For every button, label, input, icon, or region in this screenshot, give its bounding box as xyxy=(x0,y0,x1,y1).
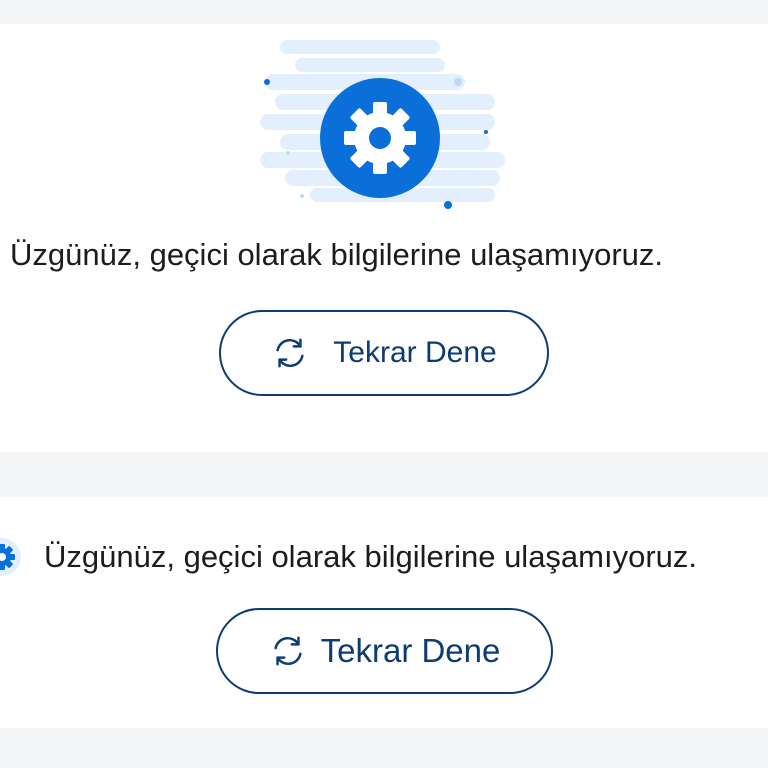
error-message: Üzgünüz, geçici olarak bilgilerine ulaşa… xyxy=(10,237,664,272)
error-card-large: Üzgünüz, geçici olarak bilgilerine ulaşa… xyxy=(0,24,768,452)
gear-icon xyxy=(320,78,440,198)
retry-button[interactable]: Tekrar Dene xyxy=(216,608,553,694)
retry-button[interactable]: Tekrar Dene xyxy=(219,310,549,396)
error-card-compact: Üzgünüz, geçici olarak bilgilerine ulaşa… xyxy=(0,497,768,728)
retry-button-label: Tekrar Dene xyxy=(320,632,501,669)
page: Üzgünüz, geçici olarak bilgilerine ulaşa… xyxy=(0,0,768,768)
error-illustration xyxy=(260,40,505,209)
error-message: Üzgünüz, geçici olarak bilgilerine ulaşa… xyxy=(44,539,698,574)
gear-icon xyxy=(0,538,21,576)
refresh-icon xyxy=(274,636,302,666)
refresh-icon xyxy=(276,338,304,368)
retry-button-label: Tekrar Dene xyxy=(333,336,497,369)
